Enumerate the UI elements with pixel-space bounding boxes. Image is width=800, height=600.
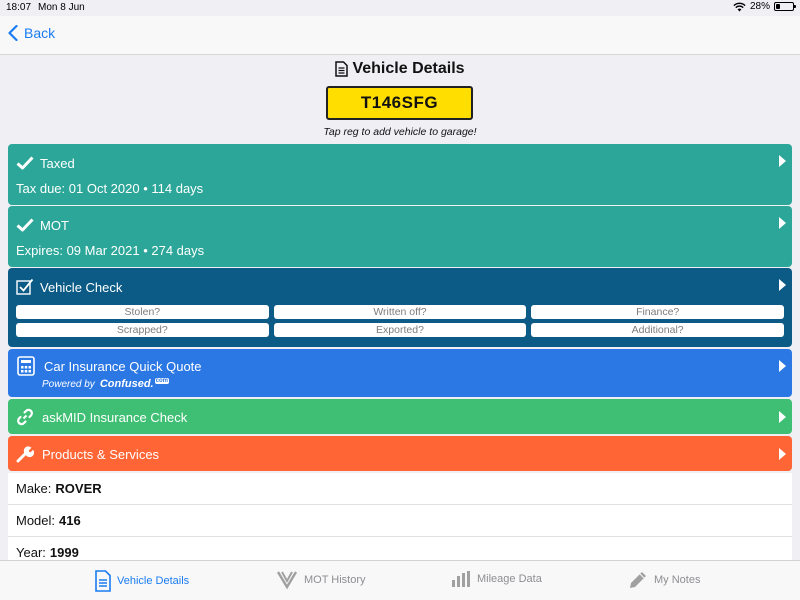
insurance-quote-card[interactable]: Car Insurance Quick Quote Powered by Con… [8,349,792,397]
calculator-icon [16,356,36,376]
back-label: Back [24,25,56,41]
detail-value: 416 [59,513,81,528]
vehicle-check-card[interactable]: Vehicle Check Stolen? Written off? Finan… [8,268,792,347]
chevron-right-icon [779,448,786,460]
checkmark-icon [16,216,34,234]
mot-header: MOT [16,216,69,234]
chevron-right-icon [779,217,786,229]
powered-by-label: Powered by [42,378,95,390]
tab-mileage-data[interactable]: Mileage Data [451,570,542,588]
page-title: Vehicle Details [0,60,800,78]
tab-label: Mileage Data [477,573,542,585]
taxed-card[interactable]: Taxed Tax due: 01 Oct 2020 • 114 days [8,144,792,205]
mot-days-remaining: • 274 days [143,243,205,258]
products-header: Products & Services [16,445,159,463]
powered-by: Powered by Confused. com [42,378,169,390]
status-bar: 18:07 Mon 8 Jun 28% [0,0,800,16]
askmid-header: askMID Insurance Check [16,408,187,426]
askmid-card[interactable]: askMID Insurance Check [8,399,792,434]
bar-chart-icon [452,571,470,587]
detail-value: ROVER [55,481,102,496]
taxed-header: Taxed [16,154,75,172]
checkbox-checked-icon [16,278,34,296]
registration-plate[interactable]: T146SFG [326,86,473,120]
mot-expiry-date: Expires: 09 Mar 2021 [16,243,140,258]
battery-icon [774,2,796,11]
detail-label: Make: [16,481,52,496]
mot-icon [276,571,298,590]
list-item: Model: 416 [8,505,792,537]
link-icon [16,408,34,426]
vehicle-check-options: Stolen? Written off? Finance? Scrapped? … [16,305,784,337]
detail-label: Model: [16,513,56,528]
document-icon [95,570,111,592]
checkmark-icon [16,154,34,172]
status-time: 18:07 [6,2,32,13]
scrapped-check-button[interactable]: Scrapped? [16,323,269,337]
navigation-bar: Back [0,16,800,55]
page-title-text: Vehicle Details [352,60,465,77]
tax-due-text: Tax due: 01 Oct 2020 • 114 days [16,181,203,196]
products-title: Products & Services [42,446,160,462]
tax-days-remaining: • 114 days [143,181,204,196]
chevron-right-icon [779,279,786,291]
additional-check-button[interactable]: Additional? [531,323,784,337]
tab-label: My Notes [654,574,701,586]
vehicle-details-list: Make: ROVER Model: 416 Year: 1999 [8,473,792,569]
finance-check-button[interactable]: Finance? [531,305,784,319]
detail-label: Year: [16,545,46,560]
stolen-check-button[interactable]: Stolen? [16,305,269,319]
mot-card[interactable]: MOT Expires: 09 Mar 2021 • 274 days [8,206,792,267]
status-date: Mon 8 Jun [38,2,85,13]
taxed-title: Taxed [40,155,75,171]
wrench-icon [16,445,34,463]
detail-value: 1999 [49,545,79,560]
insurance-header: Car Insurance Quick Quote [16,356,202,376]
exported-check-button[interactable]: Exported? [273,323,527,337]
tab-bar: Vehicle Details MOT History Mileage Data… [0,560,800,600]
tab-vehicle-details[interactable]: Vehicle Details [95,570,189,592]
chevron-left-icon [8,25,18,41]
written-off-check-button[interactable]: Written off? [273,305,527,319]
document-icon [335,61,349,77]
products-services-card[interactable]: Products & Services [8,436,792,471]
pencil-icon [630,572,646,588]
battery-percent: 28% [749,1,770,12]
vehicle-check-title: Vehicle Check [40,279,123,295]
status-right: 28% [733,1,796,12]
tab-mot-history[interactable]: MOT History [276,570,366,590]
tab-label: MOT History [304,574,366,586]
back-button[interactable]: Back [8,25,55,41]
list-item: Make: ROVER [8,473,792,505]
chevron-right-icon [779,155,786,167]
vehicle-check-header: Vehicle Check [16,278,122,296]
confused-logo: Confused. com [99,378,169,390]
tab-my-notes[interactable]: My Notes [628,570,700,590]
chevron-right-icon [779,360,786,372]
askmid-title: askMID Insurance Check [42,409,188,425]
mot-expiry-text: Expires: 09 Mar 2021 • 274 days [16,243,204,258]
insurance-title: Car Insurance Quick Quote [44,358,202,374]
tab-label: Vehicle Details [117,575,190,587]
registration-hint: Tap reg to add vehicle to garage! [323,126,477,138]
chevron-right-icon [779,411,786,423]
tax-due-date: Tax due: 01 Oct 2020 [16,181,140,196]
wifi-icon [733,2,746,11]
mot-title: MOT [40,217,69,233]
confused-logo-text: Confused [99,378,151,390]
